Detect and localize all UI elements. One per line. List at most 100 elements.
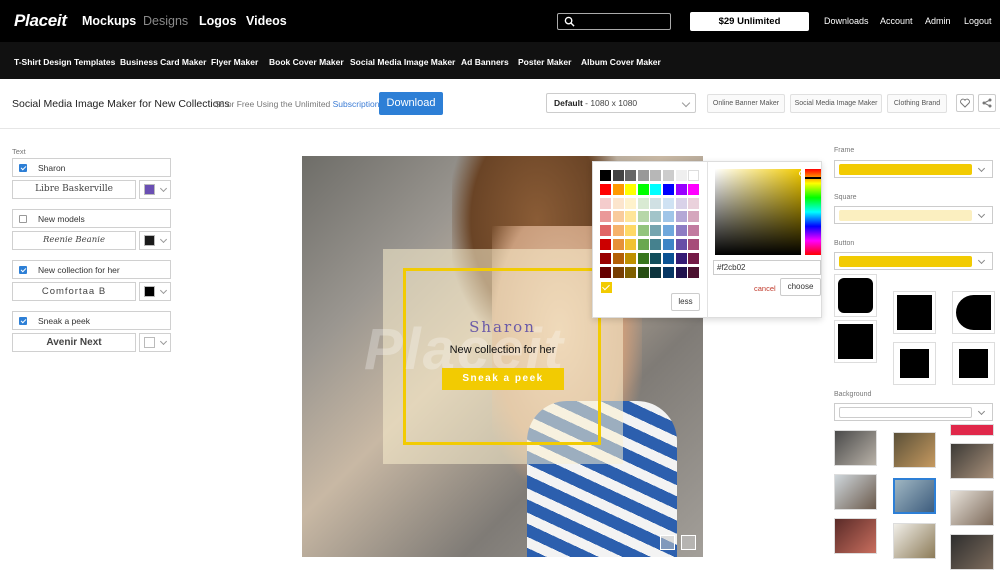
palette-color-cell[interactable] xyxy=(675,170,687,181)
palette-color-cell[interactable] xyxy=(675,183,687,195)
palette-color-cell[interactable] xyxy=(675,225,687,237)
palette-color-cell[interactable] xyxy=(650,239,662,250)
font-select[interactable]: Comfortaa B xyxy=(12,282,136,301)
palette-color-cell[interactable] xyxy=(637,197,649,209)
search-input[interactable] xyxy=(557,13,671,30)
palette-color-cell[interactable] xyxy=(663,211,674,223)
palette-color-cell[interactable] xyxy=(637,225,649,237)
palette-color-cell[interactable] xyxy=(675,266,687,278)
button-color-select[interactable] xyxy=(834,252,993,270)
shape-option-framed-2[interactable] xyxy=(952,342,995,385)
background-thumb[interactable] xyxy=(950,490,994,526)
subnav-poster[interactable]: Poster Maker xyxy=(518,57,571,67)
shape-option-framed[interactable] xyxy=(893,342,936,385)
checkbox[interactable] xyxy=(19,317,27,325)
checkbox[interactable] xyxy=(19,164,27,172)
logo[interactable]: Placeit xyxy=(14,11,67,31)
palette-color-cell[interactable] xyxy=(637,252,649,264)
checkbox[interactable] xyxy=(19,266,27,274)
checkbox[interactable] xyxy=(19,215,27,223)
favorite-button[interactable] xyxy=(956,94,974,112)
palette-color-cell[interactable] xyxy=(625,211,637,223)
palette-color-cell[interactable] xyxy=(600,239,611,250)
color-select[interactable] xyxy=(139,282,171,301)
palette-color-cell[interactable] xyxy=(688,170,700,181)
subnav-social-media[interactable]: Social Media Image Maker xyxy=(350,57,455,67)
subscription-link[interactable]: Subscription xyxy=(333,99,380,109)
nav-logos[interactable]: Logos xyxy=(199,14,237,28)
palette-color-cell[interactable] xyxy=(650,211,662,223)
chip-clothing-brand[interactable]: Clothing Brand xyxy=(887,94,947,113)
palette-color-cell[interactable] xyxy=(688,211,700,223)
subnav-album-cover[interactable]: Album Cover Maker xyxy=(581,57,661,67)
palette-color-cell[interactable] xyxy=(663,266,674,278)
background-thumb[interactable] xyxy=(893,523,936,559)
palette-color-cell[interactable] xyxy=(612,197,624,209)
background-thumb[interactable] xyxy=(950,443,994,479)
palette-color-cell[interactable] xyxy=(688,225,700,237)
nav-downloads[interactable]: Downloads xyxy=(824,16,869,26)
palette-color-cell[interactable] xyxy=(612,183,624,195)
square-color-select[interactable] xyxy=(834,206,993,224)
shape-option-rounded[interactable] xyxy=(834,274,877,317)
palette-color-cell[interactable] xyxy=(600,225,611,237)
background-select[interactable] xyxy=(834,403,993,421)
subnav-book-cover[interactable]: Book Cover Maker xyxy=(269,57,344,67)
palette-color-cell[interactable] xyxy=(637,183,649,195)
palette-color-cell[interactable] xyxy=(600,183,611,195)
background-thumb-selected[interactable] xyxy=(893,478,936,514)
subscription-button[interactable]: $29 Unlimited Subscription xyxy=(690,12,809,46)
shape-option-square-2[interactable] xyxy=(834,320,877,363)
selected-color-check-icon[interactable] xyxy=(601,282,612,293)
palette-color-cell[interactable] xyxy=(663,183,674,195)
canvas-name-text[interactable]: Sharon xyxy=(302,318,703,336)
background-thumb[interactable] xyxy=(834,474,877,510)
palette-color-cell[interactable] xyxy=(625,266,637,278)
subnav-ad-banners[interactable]: Ad Banners xyxy=(461,57,509,67)
font-select[interactable]: Avenir Next xyxy=(12,333,136,352)
text-field-sneak-peek[interactable]: Sneak a peek xyxy=(12,311,171,330)
layer-icon[interactable] xyxy=(660,535,675,550)
palette-color-cell[interactable] xyxy=(625,239,637,250)
font-select[interactable]: Reenie Beanie xyxy=(12,231,136,250)
palette-color-cell[interactable] xyxy=(663,239,674,250)
palette-color-cell[interactable] xyxy=(663,197,674,209)
font-select[interactable]: Libre Baskerville xyxy=(12,180,136,199)
nav-admin[interactable]: Admin xyxy=(925,16,951,26)
nav-designs[interactable]: Designs xyxy=(143,14,188,28)
palette-color-cell[interactable] xyxy=(612,225,624,237)
palette-color-cell[interactable] xyxy=(675,197,687,209)
chip-online-banner[interactable]: Online Banner Maker xyxy=(707,94,785,113)
frame-color-select[interactable] xyxy=(834,160,993,178)
palette-color-cell[interactable] xyxy=(625,225,637,237)
palette-color-cell[interactable] xyxy=(650,170,662,181)
palette-color-cell[interactable] xyxy=(600,211,611,223)
palette-color-cell[interactable] xyxy=(688,197,700,209)
canvas-subtitle-text[interactable]: New collection for her xyxy=(302,344,703,356)
palette-color-cell[interactable] xyxy=(688,183,700,195)
saturation-value-area[interactable] xyxy=(715,169,804,255)
palette-color-cell[interactable] xyxy=(650,183,662,195)
subnav-tshirt[interactable]: T-Shirt Design Templates xyxy=(14,57,115,67)
hue-slider[interactable] xyxy=(805,169,821,255)
palette-color-cell[interactable] xyxy=(663,170,674,181)
subnav-flyer[interactable]: Flyer Maker xyxy=(211,57,258,67)
palette-color-cell[interactable] xyxy=(625,183,637,195)
palette-color-cell[interactable] xyxy=(612,211,624,223)
size-select[interactable]: Default - 1080 x 1080 xyxy=(546,93,696,113)
nav-videos[interactable]: Videos xyxy=(246,14,287,28)
text-field-sharon[interactable]: Sharon xyxy=(12,158,171,177)
text-field-new-models[interactable]: New models xyxy=(12,209,171,228)
color-select[interactable] xyxy=(139,231,171,250)
background-thumb[interactable] xyxy=(834,518,877,554)
palette-color-cell[interactable] xyxy=(612,266,624,278)
text-field-new-collection[interactable]: New collection for her xyxy=(12,260,171,279)
shape-option-pill[interactable] xyxy=(952,291,995,334)
download-button[interactable]: Download xyxy=(379,92,443,115)
palette-color-cell[interactable] xyxy=(625,170,637,181)
shape-option-square[interactable] xyxy=(893,291,936,334)
color-select[interactable] xyxy=(139,333,171,352)
palette-color-cell[interactable] xyxy=(637,266,649,278)
chip-social-media[interactable]: Social Media Image Maker xyxy=(790,94,882,113)
palette-color-cell[interactable] xyxy=(688,266,700,278)
